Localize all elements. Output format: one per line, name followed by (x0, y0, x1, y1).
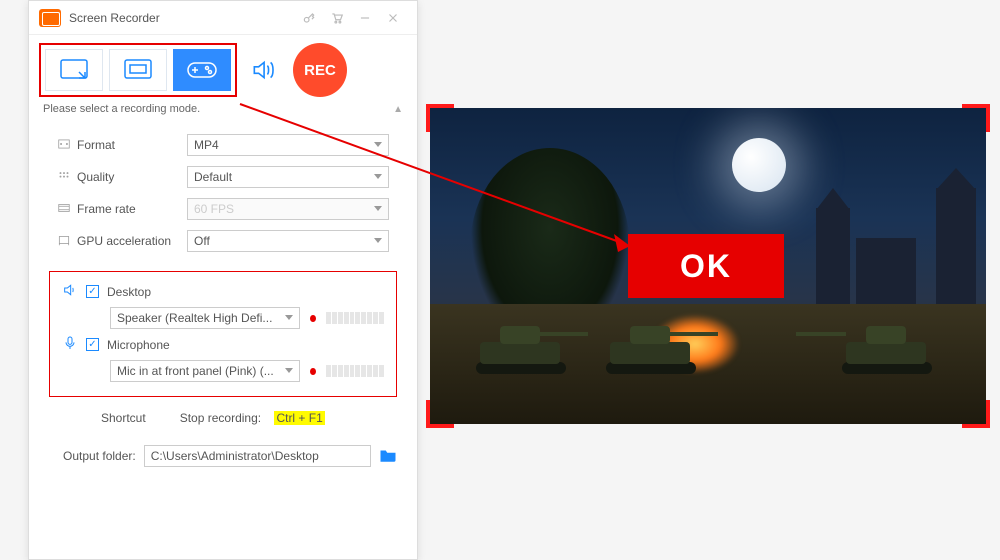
record-button[interactable]: REC (293, 43, 347, 97)
stop-recording-label: Stop recording: (180, 411, 261, 425)
framerate-select[interactable]: 60 FPS (187, 198, 389, 220)
format-icon (57, 137, 77, 154)
framerate-label: Frame rate (77, 202, 187, 216)
shortcut-row: Shortcut Stop recording: Ctrl + F1 (29, 397, 417, 425)
collapse-caret-icon[interactable]: ▲ (393, 104, 403, 115)
crop-marker-icon[interactable] (426, 400, 454, 428)
output-label: Output folder: (63, 449, 136, 463)
mic-level-meter (326, 365, 384, 377)
mode-group-highlight (39, 43, 237, 97)
output-row: Output folder: C:\Users\Administrator\De… (29, 425, 417, 467)
mic-device-select[interactable]: Mic in at front panel (Pink) (... (110, 360, 300, 382)
browse-folder-button[interactable] (379, 448, 397, 465)
tank-graphic (836, 324, 946, 374)
desktop-rec-indicator-icon (310, 315, 316, 322)
minimize-button[interactable] (351, 7, 379, 29)
tank-graphic (600, 324, 710, 374)
mode-hint-text: Please select a recording mode. (43, 103, 200, 115)
output-path-input[interactable]: C:\Users\Administrator\Desktop (144, 445, 371, 467)
titlebar: Screen Recorder (29, 1, 417, 35)
mode-hint-row: Please select a recording mode. ▲ (29, 97, 417, 119)
format-label: Format (77, 138, 187, 152)
key-icon[interactable] (295, 7, 323, 29)
crop-marker-icon[interactable] (962, 400, 990, 428)
mic-checkbox[interactable]: ✓ (86, 338, 99, 351)
desktop-level-meter (326, 312, 384, 324)
app-title: Screen Recorder (69, 11, 160, 25)
cart-icon[interactable] (323, 7, 351, 29)
sound-toggle-button[interactable] (243, 49, 283, 91)
app-logo-icon (39, 9, 61, 27)
screen-recorder-window: Screen Recorder REC Please select a reco… (28, 0, 418, 560)
mode-fullscreen-button[interactable] (109, 49, 167, 91)
desktop-device-select[interactable]: Speaker (Realtek High Defi... (110, 307, 300, 329)
crop-marker-icon[interactable] (426, 104, 454, 132)
shortcut-label: Shortcut (101, 411, 146, 425)
quality-icon (57, 169, 77, 186)
speaker-icon (62, 282, 78, 301)
ok-overlay-badge: OK (628, 234, 784, 298)
format-select[interactable]: MP4 (187, 134, 389, 156)
desktop-checkbox[interactable]: ✓ (86, 285, 99, 298)
gpu-icon (57, 233, 77, 250)
quality-select[interactable]: Default (187, 166, 389, 188)
audio-panel-highlight: ✓ Desktop Speaker (Realtek High Defi... … (49, 271, 397, 397)
record-label: REC (304, 62, 336, 79)
framerate-icon (57, 201, 77, 218)
gpu-select[interactable]: Off (187, 230, 389, 252)
mic-audio-label: Microphone (107, 338, 170, 352)
close-button[interactable] (379, 7, 407, 29)
moon-graphic (732, 138, 786, 192)
gpu-label: GPU acceleration (77, 234, 187, 248)
tank-graphic (470, 324, 580, 374)
mode-region-button[interactable] (45, 49, 103, 91)
stop-hotkey: Ctrl + F1 (274, 411, 324, 425)
settings-panel: Format MP4 Quality Default Frame rate 60… (29, 119, 417, 263)
desktop-audio-label: Desktop (107, 285, 151, 299)
mode-bar: REC (29, 35, 417, 97)
mode-game-button[interactable] (173, 49, 231, 91)
crop-marker-icon[interactable] (962, 104, 990, 132)
mic-rec-indicator-icon (310, 368, 316, 375)
quality-label: Quality (77, 170, 187, 184)
microphone-icon (62, 335, 78, 354)
